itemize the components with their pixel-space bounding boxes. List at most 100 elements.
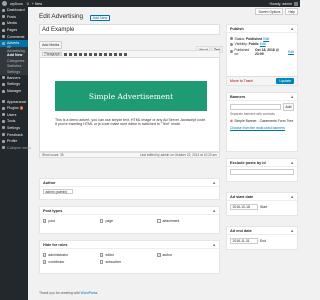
appearance-icon [2, 100, 5, 104]
checkbox-checked-icon: ✓ [100, 253, 104, 258]
toggle-arrow-icon[interactable]: ▲ [212, 243, 216, 247]
bulleted-list-icon[interactable] [74, 52, 77, 56]
author-select[interactable]: admin (admin) [43, 189, 73, 194]
sidebar-item-plugins[interactable]: Plugins 9 [0, 105, 28, 112]
toggle-arrow-icon[interactable]: ▲ [212, 181, 216, 185]
toolbar-toggle-icon[interactable] [124, 52, 127, 56]
checkbox-checked-icon: ✓ [157, 253, 161, 258]
exclude-posts-header[interactable]: Exclude posts by id ▲ [227, 159, 297, 167]
toggle-arrow-icon[interactable]: ▲ [212, 209, 216, 213]
sidebar-item-tools[interactable]: Tools [0, 118, 28, 125]
sidebar-item-posts[interactable]: Posts [0, 14, 28, 21]
fullscreen-icon[interactable] [119, 52, 122, 56]
ad-start-date-input[interactable]: 2016-10-18 [230, 204, 258, 210]
plugins-icon [2, 106, 5, 110]
post-types-box-header[interactable]: Post types ▲ [40, 207, 219, 215]
sidebar-item-manager[interactable]: Manager [0, 88, 28, 95]
eye-icon [230, 42, 233, 46]
publish-actions: Move to Trash Update [227, 76, 297, 85]
more-tag-icon[interactable] [114, 52, 117, 56]
banners-box: Banners ▲ Add Separate banners with comma… [226, 92, 298, 152]
toggle-arrow-icon[interactable]: ▲ [290, 27, 294, 31]
unlink-icon[interactable] [109, 52, 112, 56]
ad-start-label: Start [260, 205, 268, 209]
toggle-arrow-icon[interactable]: ▲ [290, 195, 294, 199]
align-left-icon[interactable] [89, 52, 92, 56]
publish-box-header[interactable]: Publish ▲ [227, 25, 297, 33]
align-right-icon[interactable] [99, 52, 102, 56]
sidebar-item-media[interactable]: Media [0, 20, 28, 27]
toggle-arrow-icon[interactable]: ▲ [290, 229, 294, 233]
ad-end-date-header[interactable]: Ad end date ▲ [227, 227, 297, 235]
move-to-trash-link[interactable]: Move to Trash [230, 79, 253, 83]
avatar[interactable] [294, 1, 298, 6]
exclude-posts-box: Exclude posts by id ▲ [226, 158, 298, 182]
sidebar-item-settings-b[interactable]: Settings [0, 125, 28, 132]
sidebar-item-users[interactable]: Users [0, 112, 28, 119]
visibility-row: Visibility: Public Edit [230, 42, 294, 46]
post-type-attachment-checkbox[interactable]: attachment [157, 219, 214, 223]
help-tab[interactable]: Help [285, 8, 298, 16]
format-select[interactable]: Paragraph [42, 51, 62, 57]
exclude-posts-input[interactable] [230, 169, 294, 175]
edit-status-link[interactable]: Edit [263, 37, 269, 41]
italic-icon[interactable] [69, 52, 72, 56]
screen-options-tab[interactable]: Screen Options [255, 8, 284, 16]
collapse-menu-button[interactable]: Collapse menu [0, 144, 31, 151]
wordpress-logo-icon[interactable] [2, 1, 7, 6]
banner-tag: ⊗ Simple Banner - Casements Form Tree [230, 119, 294, 124]
sidebar-item-feedback[interactable]: Feedback [0, 131, 28, 138]
bold-icon[interactable] [64, 52, 67, 56]
ad-end-date-input[interactable]: 2016-11-31 [230, 238, 258, 244]
settings-icon [2, 126, 5, 130]
remove-tag-icon[interactable]: ⊗ [230, 119, 233, 123]
role-contributor-checkbox[interactable]: ✓ contributor [43, 260, 100, 264]
role-administrator-checkbox[interactable]: ✓ administrator [43, 253, 100, 257]
add-media-button[interactable]: Add Media [39, 41, 63, 49]
post-title-input[interactable]: Ad Example [39, 24, 220, 35]
comments-count[interactable]: 0 [27, 2, 29, 6]
role-subscriber-checkbox[interactable]: subscriber [100, 260, 157, 264]
banners-box-header[interactable]: Banners ▲ [227, 93, 297, 101]
sidebar-item-comments[interactable]: Comments [0, 33, 28, 40]
link-icon[interactable] [104, 52, 107, 56]
blockquote-icon[interactable] [84, 52, 87, 56]
checkbox-checked-icon: ✓ [43, 253, 47, 258]
checkbox-icon [100, 219, 104, 223]
sidebar-item-pages[interactable]: Pages [0, 27, 28, 34]
admin-sidebar: Dashboard Posts Media Pages Comments Adv… [0, 7, 31, 300]
author-box-header[interactable]: Author ▲ [40, 179, 219, 187]
hide-for-roles-header[interactable]: Hide for roles ▲ [40, 241, 219, 249]
role-editor-checkbox[interactable]: ✓ editor [100, 253, 157, 257]
role-author-checkbox[interactable]: ✓ author [157, 253, 214, 257]
advertisement-banner-image: Simple Advertisement [55, 81, 207, 111]
edit-visibility-link[interactable]: Edit [260, 42, 266, 46]
media-icon [2, 21, 5, 25]
content-editor[interactable]: Paragraph Simple Advertisement This is a… [39, 50, 220, 152]
admin-footer: Thank you for creating with WordPress. [39, 291, 99, 295]
calendar-icon [230, 50, 233, 54]
post-type-page-checkbox[interactable]: page [100, 219, 157, 223]
wordpress-link[interactable]: WordPress. [81, 291, 99, 295]
howdy-user[interactable]: Howdy, admin [269, 2, 292, 6]
new-content-link[interactable]: + New [32, 2, 42, 6]
edit-date-link[interactable]: Edit [288, 50, 294, 54]
choose-most-used-link[interactable]: Choose from the most used banners [230, 126, 294, 130]
toggle-arrow-icon[interactable]: ▲ [290, 161, 294, 165]
update-button[interactable]: Update [276, 78, 294, 84]
sidebar-item-appearance[interactable]: Appearance [0, 98, 28, 105]
sidebar-item-settings-a[interactable]: Settings [0, 81, 28, 88]
sidebar-item-banners[interactable]: Banners [0, 75, 28, 82]
post-type-post-checkbox[interactable]: ✓ post [43, 219, 100, 223]
toggle-arrow-icon[interactable]: ▲ [290, 95, 294, 99]
numbered-list-icon[interactable] [79, 52, 82, 56]
ad-start-date-header[interactable]: Ad start date ▲ [227, 193, 297, 201]
banner-tag-input[interactable] [230, 103, 281, 110]
sidebar-item-profile[interactable]: Profile [0, 138, 28, 145]
sidebar-item-dashboard[interactable]: Dashboard [0, 7, 28, 14]
align-center-icon[interactable] [94, 52, 97, 56]
add-banner-button[interactable]: Add [282, 103, 294, 111]
add-new-button[interactable]: Add New [90, 14, 110, 22]
site-name-link[interactable]: wpDocs [10, 2, 23, 6]
post-types-box: Post types ▲ ✓ post page attachment [39, 206, 220, 234]
